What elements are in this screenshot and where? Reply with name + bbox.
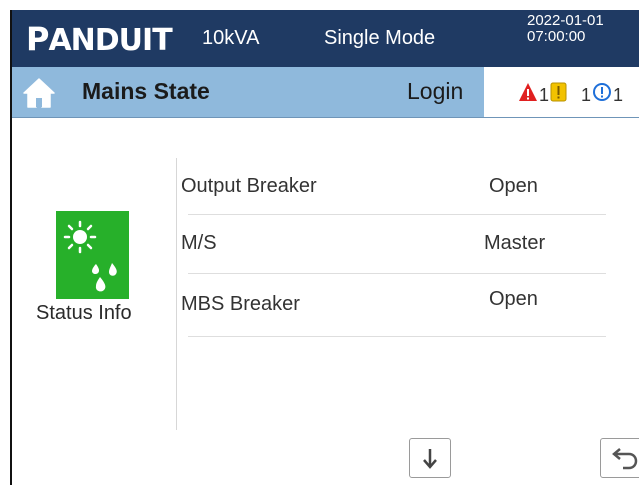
row-divider [188, 273, 606, 274]
alarm-summary[interactable]: 1 1 1 [484, 67, 639, 117]
capacity-label: 10kVA [202, 27, 260, 49]
mbs-breaker-label: MBS Breaker [181, 293, 300, 315]
back-button[interactable] [600, 438, 639, 478]
status-info-button[interactable] [56, 211, 129, 299]
major-alarm-count: 1 [581, 85, 592, 105]
datetime-display: 2022-01-01 07:00:00 [527, 13, 604, 45]
row-divider [188, 336, 606, 337]
brand-logo: PANDUIT [26, 20, 173, 58]
status-sun-drops-icon [63, 220, 117, 292]
output-breaker-label: Output Breaker [181, 175, 317, 197]
info-alarm-count: 1 [613, 85, 624, 105]
row-divider [188, 214, 606, 215]
arrow-down-icon [423, 449, 437, 469]
panel-divider [176, 158, 177, 430]
title-bar: Mains State Login 1 1 1 [12, 67, 639, 118]
warning-triangle-icon [519, 83, 537, 101]
date-text: 2022-01-01 [527, 12, 604, 29]
page-title: Mains State [82, 78, 210, 104]
master-slave-label: M/S [181, 232, 217, 254]
output-breaker-value: Open [489, 175, 538, 197]
info-circle-icon [593, 83, 611, 101]
critical-alarm-count: 1 [539, 85, 550, 105]
mbs-breaker-value: Open [489, 288, 538, 310]
home-icon[interactable] [22, 77, 56, 109]
exclamation-square-icon [550, 82, 567, 102]
status-info-label: Status Info [36, 302, 132, 324]
scroll-down-button[interactable] [409, 438, 451, 478]
back-arrow-icon [612, 448, 638, 470]
login-button[interactable]: Login [407, 77, 463, 105]
master-slave-value: Master [484, 232, 546, 254]
time-text: 07:00:00 [527, 28, 586, 45]
top-header: PANDUIT 10kVA Single Mode 2022-01-01 07:… [12, 10, 639, 67]
hmi-screen: PANDUIT 10kVA Single Mode 2022-01-01 07:… [12, 10, 639, 485]
operating-mode-label: Single Mode [324, 27, 436, 49]
